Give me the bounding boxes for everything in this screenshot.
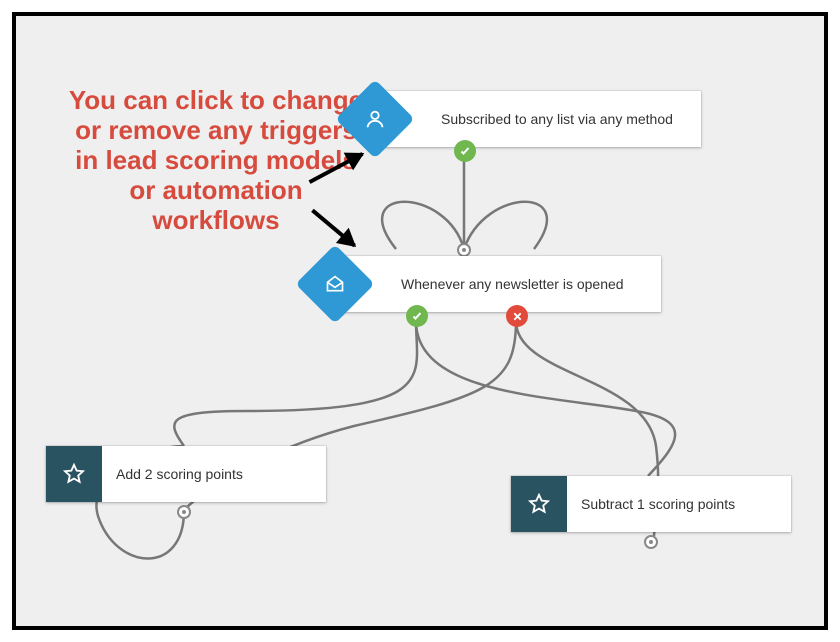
diagram-frame: You can click to change or remove any tr… xyxy=(12,12,828,630)
annotation-text: You can click to change or remove any tr… xyxy=(66,86,366,235)
action-node-add-points[interactable]: Add 2 scoring points xyxy=(46,446,326,502)
star-icon xyxy=(511,476,567,532)
envelope-open-icon xyxy=(295,244,374,323)
action-label: Add 2 scoring points xyxy=(102,466,261,482)
workflow-canvas: You can click to change or remove any tr… xyxy=(16,16,824,626)
check-icon[interactable] xyxy=(406,305,428,327)
action-label: Subtract 1 scoring points xyxy=(567,496,753,512)
connector-dot[interactable] xyxy=(177,505,191,519)
action-node-subtract-points[interactable]: Subtract 1 scoring points xyxy=(511,476,791,532)
trigger-node-subscribed[interactable]: Subscribed to any list via any method xyxy=(371,91,701,147)
check-icon[interactable] xyxy=(454,140,476,162)
trigger-label: Subscribed to any list via any method xyxy=(427,111,691,127)
person-icon xyxy=(335,79,414,158)
connector-dot[interactable] xyxy=(644,535,658,549)
x-icon[interactable] xyxy=(506,305,528,327)
star-icon xyxy=(46,446,102,502)
trigger-label: Whenever any newsletter is opened xyxy=(387,276,642,292)
connector-dot[interactable] xyxy=(457,243,471,257)
trigger-node-newsletter-opened[interactable]: Whenever any newsletter is opened xyxy=(331,256,661,312)
